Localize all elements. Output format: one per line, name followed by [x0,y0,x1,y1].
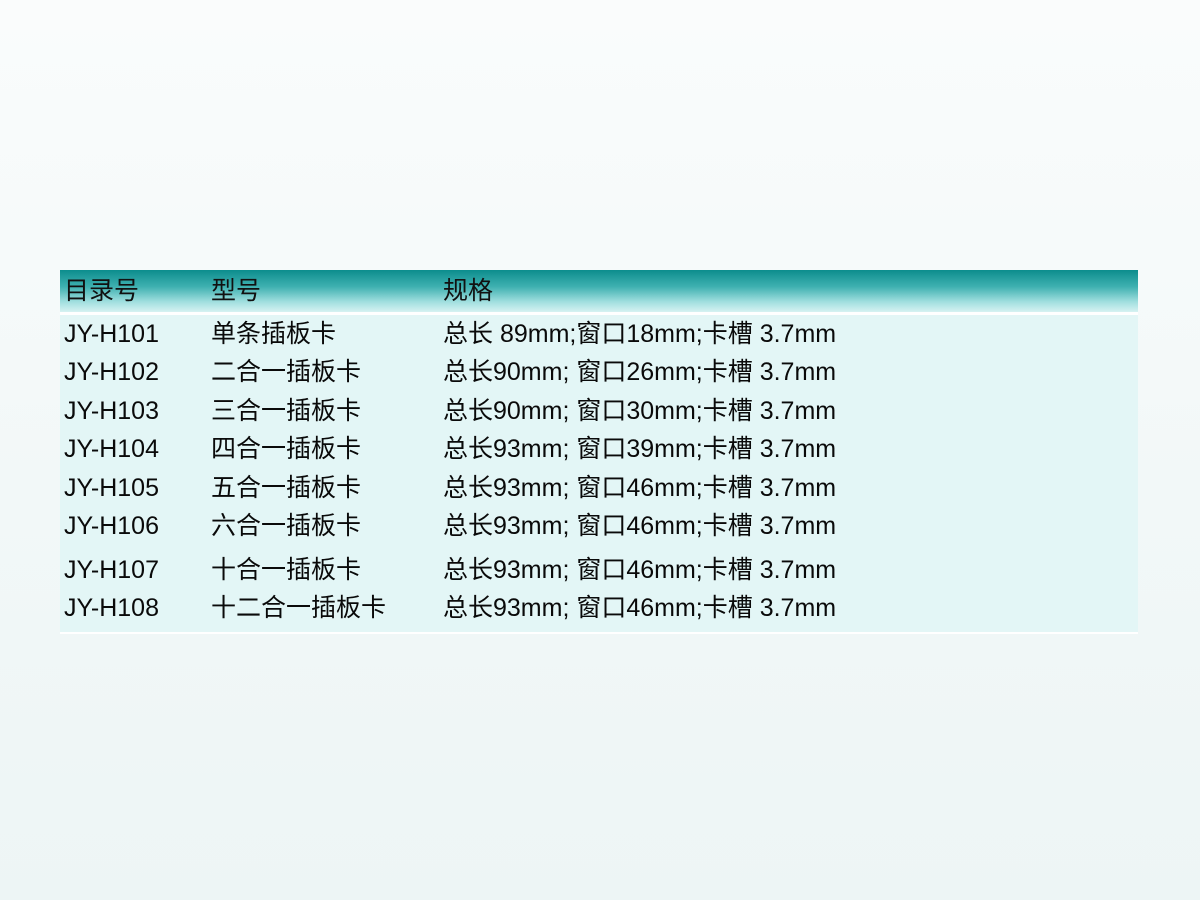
catalog-number-cell: JY-H107 [64,555,159,584]
specification-cell: 总长93mm; 窗口46mm;卡槽 3.7mm [443,555,837,584]
model-cell: 五合一插板卡 [211,473,362,502]
catalog-number-cell: JY-H101 [64,319,159,348]
specification-cell: 总长93mm; 窗口46mm;卡槽 3.7mm [443,512,837,541]
table-row: JY-H107 十合一插板卡 总长93mm; 窗口46mm;卡槽 3.7mm [60,551,1138,590]
model-cell: 三合一插板卡 [211,396,362,425]
table-row: JY-H105 五合一插板卡 总长93mm; 窗口46mm;卡槽 3.7mm [60,469,1138,508]
table-header: 目录号 型号 规格 [60,270,1138,315]
model-cell: 十合一插板卡 [211,555,362,584]
specification-cell: 总长90mm; 窗口30mm;卡槽 3.7mm [443,396,837,425]
model-cell: 单条插板卡 [211,319,337,348]
catalog-number-cell: JY-H104 [64,435,159,464]
product-spec-table: 目录号 型号 规格 JY-H101 单条插板卡 总长 89mm;窗口18mm;卡… [60,270,1138,634]
table-row: JY-H104 四合一插板卡 总长93mm; 窗口39mm;卡槽 3.7mm [60,431,1138,470]
specification-cell: 总长93mm; 窗口46mm;卡槽 3.7mm [443,473,837,502]
table-row: JY-H102 二合一插板卡 总长90mm; 窗口26mm;卡槽 3.7mm [60,354,1138,393]
catalog-number-cell: JY-H106 [64,512,159,541]
header-specification: 规格 [443,276,494,305]
table-body: JY-H101 单条插板卡 总长 89mm;窗口18mm;卡槽 3.7mm JY… [60,315,1138,632]
specification-cell: 总长93mm; 窗口39mm;卡槽 3.7mm [443,435,837,464]
catalog-number-cell: JY-H102 [64,358,159,387]
specification-cell: 总长90mm; 窗口26mm;卡槽 3.7mm [443,358,837,387]
header-model: 型号 [211,276,262,305]
catalog-number-cell: JY-H108 [64,594,159,623]
model-cell: 十二合一插板卡 [211,594,387,623]
catalog-number-cell: JY-H105 [64,473,159,502]
table-row: JY-H103 三合一插板卡 总长90mm; 窗口30mm;卡槽 3.7mm [60,392,1138,431]
table-row: JY-H101 单条插板卡 总长 89mm;窗口18mm;卡槽 3.7mm [60,315,1138,354]
model-cell: 二合一插板卡 [211,358,362,387]
model-cell: 六合一插板卡 [211,512,362,541]
catalog-number-cell: JY-H103 [64,396,159,425]
specification-cell: 总长 89mm;窗口18mm;卡槽 3.7mm [443,319,837,348]
model-cell: 四合一插板卡 [211,435,362,464]
table-row: JY-H108 十二合一插板卡 总长93mm; 窗口46mm;卡槽 3.7mm [60,590,1138,629]
header-catalog-number: 目录号 [64,276,140,305]
specification-cell: 总长93mm; 窗口46mm;卡槽 3.7mm [443,594,837,623]
table-row: JY-H106 六合一插板卡 总长93mm; 窗口46mm;卡槽 3.7mm [60,508,1138,547]
